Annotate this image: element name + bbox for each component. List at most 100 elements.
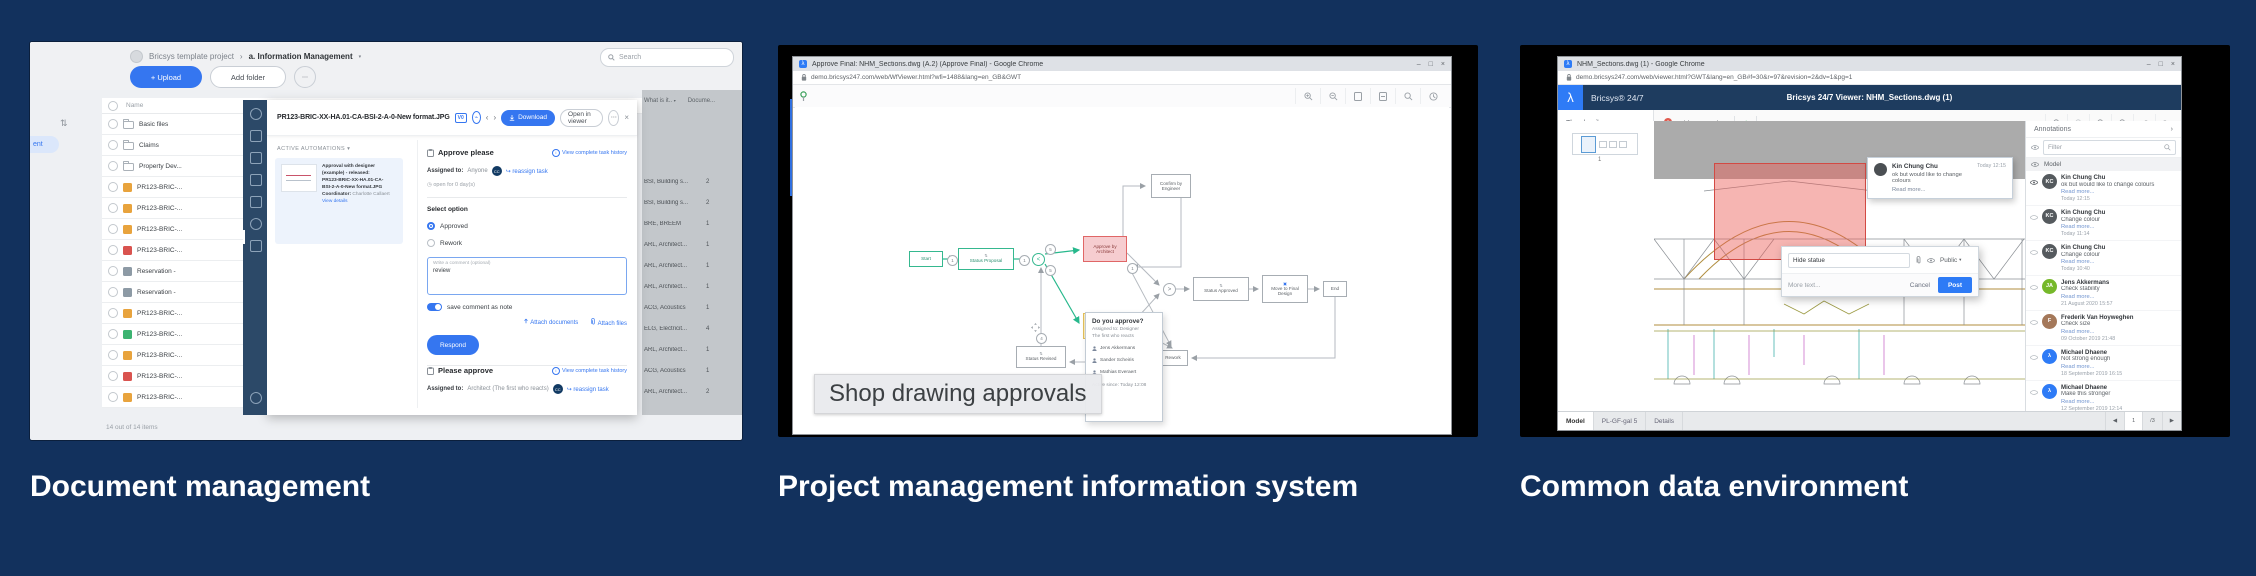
row-name[interactable]: Claims (139, 142, 159, 149)
tab-layout[interactable]: PL-GF-gal 5 (1594, 412, 1646, 430)
minimize-button[interactable]: – (2147, 61, 2151, 68)
close-button[interactable]: × (1441, 61, 1445, 68)
table-row[interactable]: PR123-BRIC-... (102, 240, 243, 261)
row-checkbox[interactable] (108, 203, 118, 213)
post-button[interactable]: Post (1938, 277, 1972, 293)
comment-input[interactable] (1788, 253, 1910, 268)
eye-icon[interactable] (2030, 250, 2038, 255)
page-thumbnail[interactable] (1572, 133, 1638, 155)
attach-documents-link[interactable]: Attach documents (523, 318, 578, 327)
row-name[interactable]: PR123-BRIC-... (137, 184, 182, 191)
annotation-item[interactable]: KC Kin Chung ChuChange colourRead more..… (2026, 206, 2181, 241)
respond-button[interactable]: Respond (427, 335, 479, 355)
read-more-link[interactable]: Read more... (2061, 329, 2167, 336)
drawing-viewport[interactable]: Today 12:15 Kin Chung Chu ok but would l… (1654, 121, 2026, 412)
download-button[interactable]: Download (501, 110, 555, 126)
automation-card[interactable]: Approval with designer (example) - relea… (275, 158, 403, 244)
visibility-eye-icon[interactable] (1927, 258, 1935, 263)
node-confirm-engineer[interactable]: Confirm by Engineer (1151, 174, 1191, 198)
read-more-link[interactable]: Read more... (2061, 364, 2167, 371)
current-page[interactable]: 1 (2124, 412, 2142, 430)
reassign-task-link[interactable]: ↪ reassign task (506, 168, 548, 175)
more-text-link[interactable]: More text... (1788, 282, 1821, 289)
table-row[interactable]: Reservation - (102, 261, 243, 282)
active-automations-label[interactable]: ACTIVE AUTOMATIONS ▾ (277, 146, 350, 152)
row-name[interactable]: Reservation - (137, 289, 176, 296)
next-document-button[interactable]: › (493, 113, 496, 122)
task-history-link[interactable]: iView complete task history (552, 367, 627, 375)
open-in-viewer-button[interactable]: Open in viewer (560, 109, 603, 127)
annotations-header[interactable]: Annotations› (2026, 121, 2181, 138)
node-start[interactable]: Start (909, 251, 943, 267)
reassign-task-link[interactable]: ↪ reassign task (567, 386, 609, 393)
table-row[interactable]: PR123-BRIC-... (102, 177, 243, 198)
row-checkbox[interactable] (108, 224, 118, 234)
version-badge[interactable]: V0 (455, 113, 467, 123)
column-header-doc[interactable]: Docume... (688, 98, 715, 104)
eye-icon[interactable] (2030, 180, 2038, 185)
eye-icon[interactable] (2031, 145, 2039, 150)
workflow-pin-icon[interactable] (799, 91, 808, 102)
row-name[interactable]: Property Dev... (139, 163, 182, 170)
read-more-link[interactable]: Read more... (2061, 189, 2167, 196)
toggle-icon[interactable] (427, 303, 442, 311)
fit-page-button[interactable] (1345, 88, 1370, 104)
read-more-link[interactable]: Read more... (1892, 187, 1977, 193)
node-move-final-design[interactable]: ▣Move to Final Design (1262, 275, 1308, 303)
annotation-popup[interactable]: Today 12:15 Kin Chung Chu ok but would l… (1867, 157, 2013, 199)
more-actions-button[interactable]: ⋯ (294, 66, 316, 88)
node-status-proposal[interactable]: ⇅Status Proposal (958, 248, 1014, 270)
row-checkbox[interactable] (108, 371, 118, 381)
paperclip-icon[interactable] (1915, 256, 1922, 264)
table-row[interactable]: PR123-BRIC-... (102, 345, 243, 366)
table-row[interactable]: Reservation - (102, 282, 243, 303)
row-checkbox[interactable] (108, 182, 118, 192)
annotation-item[interactable]: F Frederik Van HoyweghenCheck sizeRead m… (2026, 311, 2181, 346)
eye-icon[interactable] (2030, 285, 2038, 290)
row-checkbox[interactable] (108, 329, 118, 339)
form-icon[interactable] (250, 240, 262, 252)
table-row[interactable]: PR123-BRIC-... (102, 198, 243, 219)
eye-icon[interactable] (2030, 355, 2038, 360)
modal-more-button[interactable]: ⋯ (608, 110, 619, 126)
gateway-split[interactable]: < (1032, 253, 1045, 266)
node-status-revised[interactable]: ⇅Status Revised (1016, 346, 1066, 368)
row-name[interactable]: PR123-BRIC-... (137, 352, 182, 359)
fit-width-button[interactable] (1370, 88, 1395, 104)
save-as-note-toggle[interactable]: save comment as note (427, 303, 627, 311)
row-checkbox[interactable] (108, 392, 118, 402)
row-name[interactable]: PR123-BRIC-... (137, 331, 182, 338)
row-name[interactable]: PR123-BRIC-... (137, 373, 182, 380)
table-row[interactable]: Claims (102, 135, 243, 156)
annotation-section-model[interactable]: Model (2026, 158, 2181, 171)
node-status-approved[interactable]: ⇅Status Approved (1193, 277, 1249, 301)
assignee-row[interactable]: Sander Scheiris (1092, 358, 1156, 363)
chevron-down-icon[interactable]: ▾ (359, 54, 362, 60)
gear-icon[interactable] (250, 392, 262, 404)
next-page-button[interactable]: ▶ (2162, 412, 2181, 430)
row-name[interactable]: PR123-BRIC-... (137, 247, 182, 254)
select-all-checkbox[interactable] (108, 101, 118, 111)
radio-icon[interactable] (427, 239, 435, 247)
annotation-item[interactable]: KC Kin Chung ChuChange colourRead more..… (2026, 241, 2181, 276)
table-row[interactable]: Basic files (102, 114, 243, 135)
row-checkbox[interactable] (108, 245, 118, 255)
workflow-icon[interactable] (250, 174, 262, 186)
info-icon[interactable] (250, 108, 262, 120)
row-checkbox[interactable] (108, 119, 118, 129)
prev-document-button[interactable]: ‹ (486, 113, 489, 122)
eye-icon[interactable] (2030, 390, 2038, 395)
node-approve-architect[interactable]: Approve by Architect (1083, 236, 1127, 262)
comment-textarea[interactable]: Write a comment (optional) review (427, 257, 627, 295)
row-name[interactable]: PR123-BRIC-... (137, 394, 182, 401)
table-row[interactable]: PR123-BRIC-... (102, 387, 243, 408)
zoom-out-button[interactable] (1320, 88, 1345, 104)
table-row[interactable]: PR123-BRIC-... (102, 366, 243, 387)
name-column-header[interactable]: Name (126, 102, 143, 109)
address-bar[interactable]: demo.bricsys247.com/web/viewer.html?GWT&… (1558, 71, 2181, 85)
assignee-row[interactable]: Mathias Everaert (1092, 370, 1156, 375)
prev-page-button[interactable]: ◀ (2105, 412, 2124, 430)
eye-icon[interactable] (2030, 320, 2038, 325)
preview-icon[interactable] (250, 152, 262, 164)
window-title-bar[interactable]: λ Approve Final: NHM_Sections.dwg (A.2) … (793, 57, 1451, 71)
